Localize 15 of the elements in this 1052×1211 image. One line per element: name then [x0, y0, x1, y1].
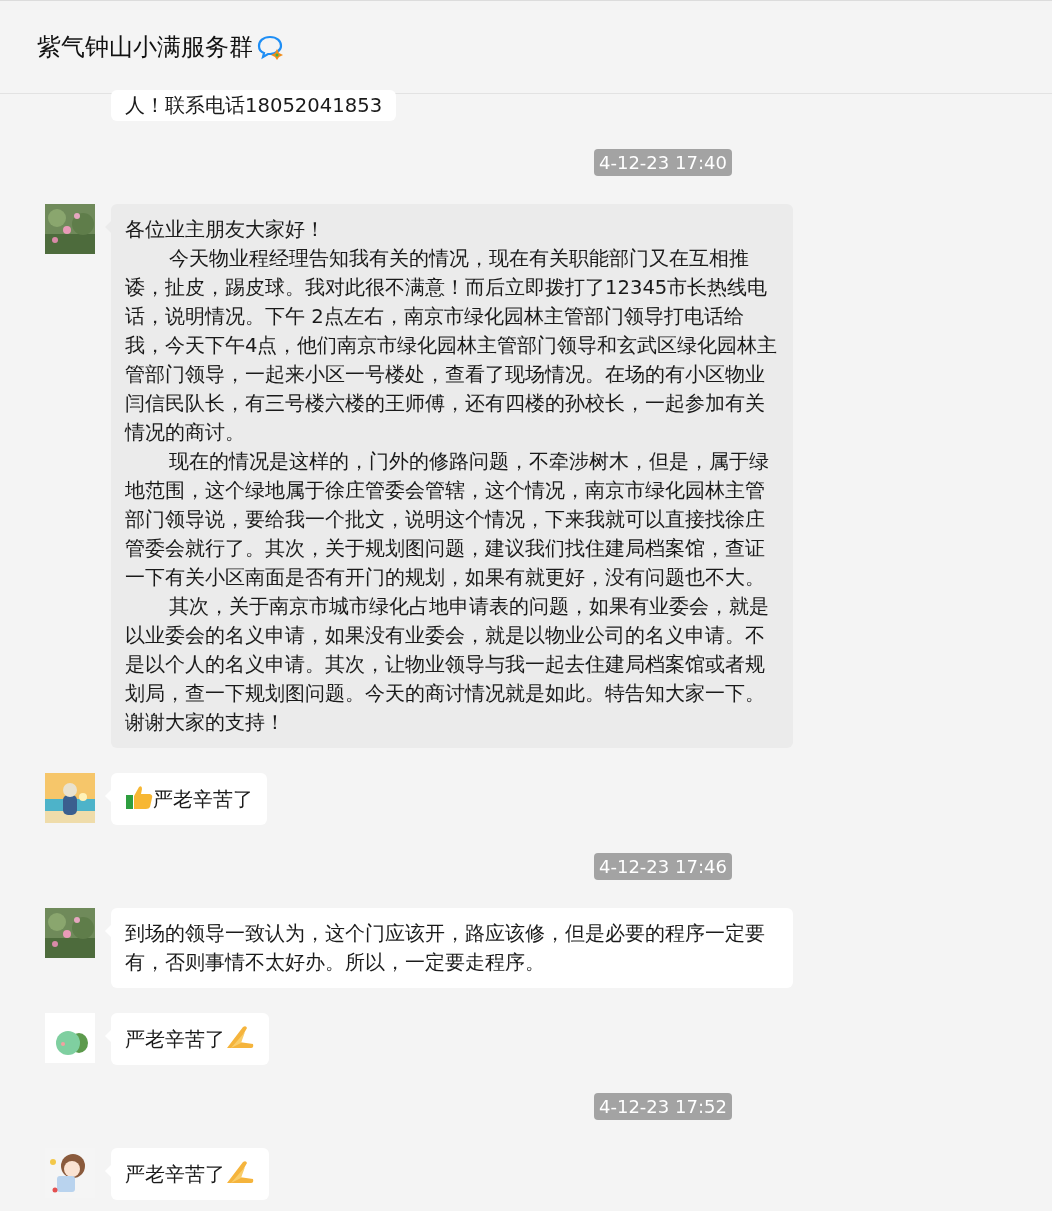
timestamp: 4-12-23 17:46: [594, 853, 732, 880]
message-text: 今天物业程经理告知我有关的情况，现在有关职能部门又在互相推诿，扯皮，踢皮球。我对此很不满意！而后立即拨打了12345市长热线电话，说明情况。下午 2点左右，南京市绿化园林主管部门领导打电话给我，今天下午4点，他们南京市绿化园林主管部门领导和玄武区绿化园林主管部门领导，一起来小区一号楼处，查看了现场情况。在场的有小区物业闫信民队长，有三号楼六楼的王师傅，还有四楼的孙校长，一起参加有关情况的商讨。: [125, 246, 779, 446]
group-chat-icon: [257, 34, 283, 60]
message-text: 严老辛苦了: [125, 784, 253, 814]
message-text: 现在的情况是这样的，门外的修路问题，不牵涉树木，但是，属于绿地范围，这个绿地属于徐庄管委会管辖，这个情况，南京市绿化园林主管部门领导说，要给我一个批文，说明这个情况，下来我就可以直接找徐庄管委会就行了。其次，关于规划图问题，建议我们找住建局档案馆，查证一下有关小区南面是否有开门的规划，如果有就更好，没有问题也不大。: [125, 449, 770, 591]
message-text: 严老辛苦了: [125, 1159, 255, 1189]
message-text: 严老辛苦了: [125, 1024, 255, 1054]
timestamp: 4-12-23 17:52: [594, 1093, 732, 1120]
thumbs-up-icon: [125, 784, 153, 810]
message-text: 到场的领导一致认为，这个门应该开，路应该修，但是必要的程序一定要有，否则事情不太好办。所以，一定要走程序。: [125, 921, 766, 976]
chat-title: 紫气钟山小满服务群: [37, 32, 253, 63]
message-text: 人！联系电话18052041853: [125, 93, 383, 119]
message-text: 各位业主朋友大家好！: [125, 217, 326, 243]
message-text: 其次，关于南京市城市绿化占地申请表的问题，如果有业委会，就是以业委会的名义申请，如果没有业委会，就是以物业公司的名义申请。不是以个人的名义申请。其次，让物业领导与我一起去住建局档案馆或者规划局，查一下规划图问题。今天的商讨情况就是如此。特告知大家一下。谢谢大家的支持！: [125, 594, 770, 736]
timestamp: 4-12-23 17:40: [594, 149, 732, 176]
